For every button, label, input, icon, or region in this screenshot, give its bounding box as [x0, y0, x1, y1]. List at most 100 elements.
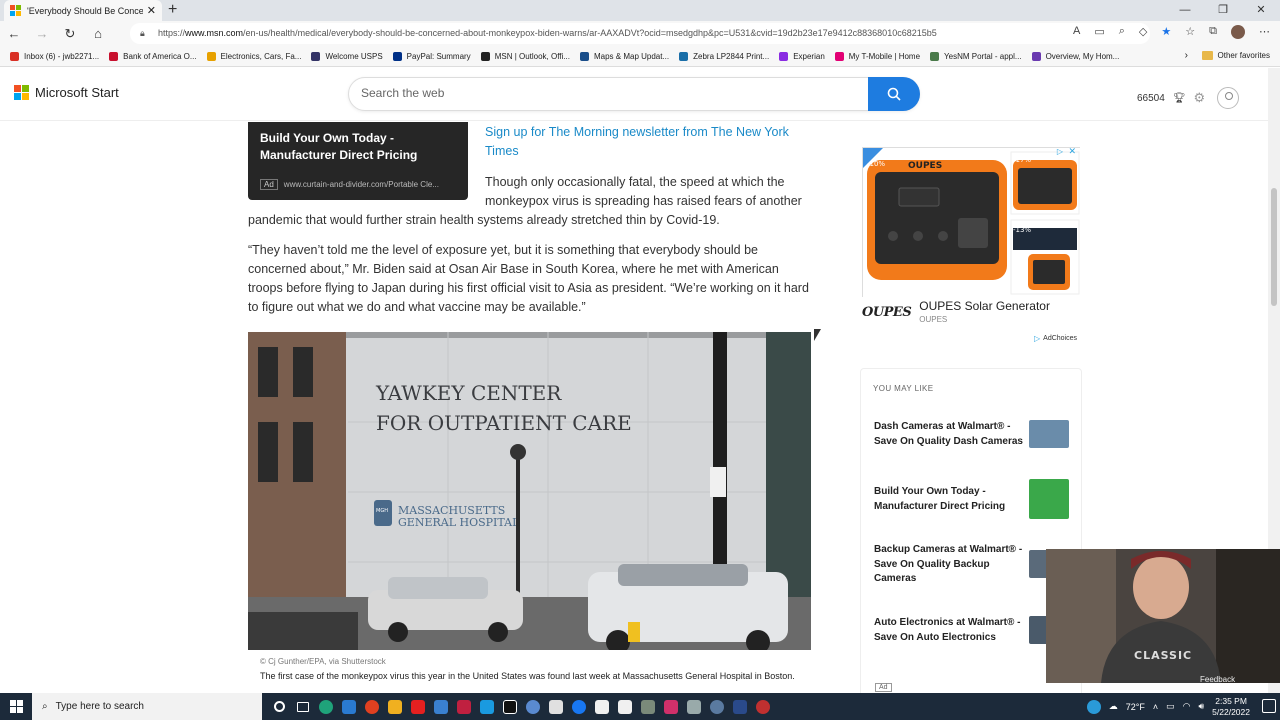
temperature[interactable]: 72°F: [1126, 702, 1145, 712]
oupes-logo: OUPES: [862, 305, 912, 320]
taskbar-search[interactable]: ⌕ Type here to search: [32, 693, 262, 720]
item-thumbnail[interactable]: [1029, 420, 1069, 448]
facebook-icon[interactable]: [567, 693, 590, 720]
webcam-overlay: CLASSIC Feedback: [1046, 549, 1280, 683]
volume-icon[interactable]: 🔊︎: [1199, 701, 1205, 712]
app-icon[interactable]: [590, 693, 613, 720]
network-icon[interactable]: ▭: [1166, 701, 1175, 712]
close-window-icon[interactable]: ✕: [1242, 0, 1280, 21]
recommended-item[interactable]: Backup Cameras at Walmart® - Save On Qua…: [874, 543, 1024, 587]
minimize-icon[interactable]: —: [1166, 0, 1204, 21]
paragraph-1a: Though only occasionally fatal, the spee…: [485, 175, 802, 208]
favorite-link[interactable]: Welcome USPS: [311, 51, 383, 61]
favorite-link[interactable]: Inbox (6) - jwb2271...: [10, 51, 99, 61]
more-icon[interactable]: ⋯: [1259, 25, 1270, 39]
ad-close-icon[interactable]: ✕: [1068, 146, 1076, 157]
app-icon[interactable]: [452, 693, 475, 720]
app-icon[interactable]: [636, 693, 659, 720]
recommended-item[interactable]: Dash Cameras at Walmart® - Save On Quali…: [874, 420, 1024, 449]
address-bar[interactable]: 🔒︎ https://www.msn.com/en-us/health/medic…: [130, 23, 1150, 44]
app-icon[interactable]: [521, 693, 544, 720]
browser-tab[interactable]: 'Everybody Should Be Concerned' ✕: [4, 0, 162, 21]
other-favorites[interactable]: Other favorites: [1201, 51, 1270, 60]
favorite-link[interactable]: PayPal: Summary: [392, 51, 471, 61]
favicon-icon: [10, 51, 19, 61]
refresh-icon[interactable]: ↻: [56, 26, 84, 42]
home-icon[interactable]: ⌂: [84, 26, 112, 41]
ad-sponsor: OUPES: [919, 315, 948, 324]
reader-view-icon[interactable]: ▭: [1094, 25, 1104, 39]
discount-badge: -13%: [1013, 226, 1031, 234]
youtube-icon[interactable]: [406, 693, 429, 720]
instagram-icon[interactable]: [659, 693, 682, 720]
forward-icon[interactable]: →: [28, 26, 56, 41]
scrollbar-thumb[interactable]: [1271, 188, 1277, 306]
cortana-icon[interactable]: [268, 693, 291, 720]
favorite-link[interactable]: My T-Mobile | Home: [834, 51, 920, 61]
weather-icon[interactable]: ☁: [1109, 701, 1118, 712]
notification-icon[interactable]: [1262, 699, 1276, 713]
edge-icon[interactable]: [314, 693, 337, 720]
ad-title[interactable]: OUPES Solar Generator: [919, 299, 1050, 313]
task-view-icon[interactable]: [291, 693, 314, 720]
app-icon[interactable]: [751, 693, 774, 720]
favorite-link[interactable]: Overview, My Hom...: [1031, 51, 1119, 61]
sidebar-ad[interactable]: OUPES -10% -17% -13% ▷ ✕ OUPES OUPES Sol…: [862, 146, 1082, 324]
app-icon[interactable]: [1086, 699, 1101, 714]
profile-avatar[interactable]: [1231, 25, 1245, 39]
search-input[interactable]: [361, 86, 841, 100]
svg-text:MGH: MGH: [376, 508, 388, 514]
app-icon[interactable]: [728, 693, 751, 720]
favorites-icon[interactable]: ☆: [1185, 25, 1195, 39]
app-icon[interactable]: [544, 693, 567, 720]
extensions-icon[interactable]: ◇: [1139, 25, 1147, 39]
tiktok-icon[interactable]: [498, 693, 521, 720]
favorite-link[interactable]: Bank of America O...: [109, 51, 197, 61]
windows-taskbar: ⌕ Type here to search ☁ 72°F ˄ ▭ ◠ 🔊︎ 2:…: [0, 693, 1280, 720]
ad-info-icon[interactable]: ▷: [1057, 147, 1063, 156]
gear-icon[interactable]: ⚙: [1194, 90, 1206, 106]
feedback-button[interactable]: Feedback: [1200, 675, 1235, 683]
app-icon[interactable]: [429, 693, 452, 720]
wifi-icon[interactable]: ◠: [1183, 701, 1191, 712]
favorite-link[interactable]: Experian: [779, 51, 825, 61]
app-icon[interactable]: [705, 693, 728, 720]
user-account-icon[interactable]: [1217, 87, 1240, 109]
camera-icon[interactable]: [682, 693, 705, 720]
rewards-points[interactable]: 66504: [1137, 93, 1165, 104]
item-thumbnail[interactable]: [1029, 479, 1069, 519]
favorite-star-icon[interactable]: ★: [1161, 25, 1171, 39]
favorite-link[interactable]: Maps & Map Updat...: [579, 51, 669, 61]
app-icon[interactable]: [360, 693, 383, 720]
recommended-item[interactable]: Build Your Own Today - Manufacturer Dire…: [874, 485, 1024, 514]
microsoft-start-logo[interactable]: Microsoft Start: [14, 85, 119, 100]
system-clock[interactable]: 2:35 PM 5/22/2022: [1212, 696, 1250, 718]
restore-icon[interactable]: ❐: [1204, 0, 1242, 21]
tray-chevron-icon[interactable]: ˄: [1153, 702, 1158, 712]
start-button[interactable]: [0, 700, 32, 713]
recommended-item[interactable]: Auto Electronics at Walmart® - Save On A…: [874, 616, 1024, 645]
back-icon[interactable]: ←: [0, 26, 28, 41]
app-icon[interactable]: [383, 693, 406, 720]
new-tab-icon[interactable]: +: [168, 1, 177, 19]
favorite-link[interactable]: MSN | Outlook, Offi...: [480, 51, 570, 61]
close-tab-icon[interactable]: ✕: [147, 4, 156, 17]
article-photo[interactable]: YAWKEY CENTER FOR OUTPATIENT CARE MGH MA…: [248, 332, 811, 650]
section-label: YOU MAY LIKE: [873, 384, 934, 393]
app-icon[interactable]: [613, 693, 636, 720]
favorite-link[interactable]: YesNM Portal - appl...: [930, 51, 1022, 61]
search-button[interactable]: [868, 77, 920, 111]
webcam-person-image: CLASSIC: [1046, 549, 1280, 683]
app-icon[interactable]: [337, 693, 360, 720]
favorite-link[interactable]: Zebra LP2844 Print...: [679, 51, 769, 61]
favorite-link[interactable]: Electronics, Cars, Fa...: [206, 51, 301, 61]
app-icon[interactable]: [475, 693, 498, 720]
read-aloud-icon[interactable]: A: [1073, 25, 1080, 39]
zoom-icon[interactable]: ⌕: [1119, 25, 1125, 39]
adchoices-link[interactable]: ▷ AdChoices: [1034, 334, 1077, 343]
rewards-trophy-icon[interactable]: 🏆︎: [1173, 93, 1186, 104]
newsletter-link[interactable]: Sign up for The Morning newsletter from …: [485, 123, 805, 161]
collections-icon[interactable]: ⧉: [1209, 25, 1217, 39]
inline-ad[interactable]: Build Your Own Today - Manufacturer Dire…: [248, 122, 468, 200]
chevron-right-icon[interactable]: ›: [1185, 50, 1188, 61]
